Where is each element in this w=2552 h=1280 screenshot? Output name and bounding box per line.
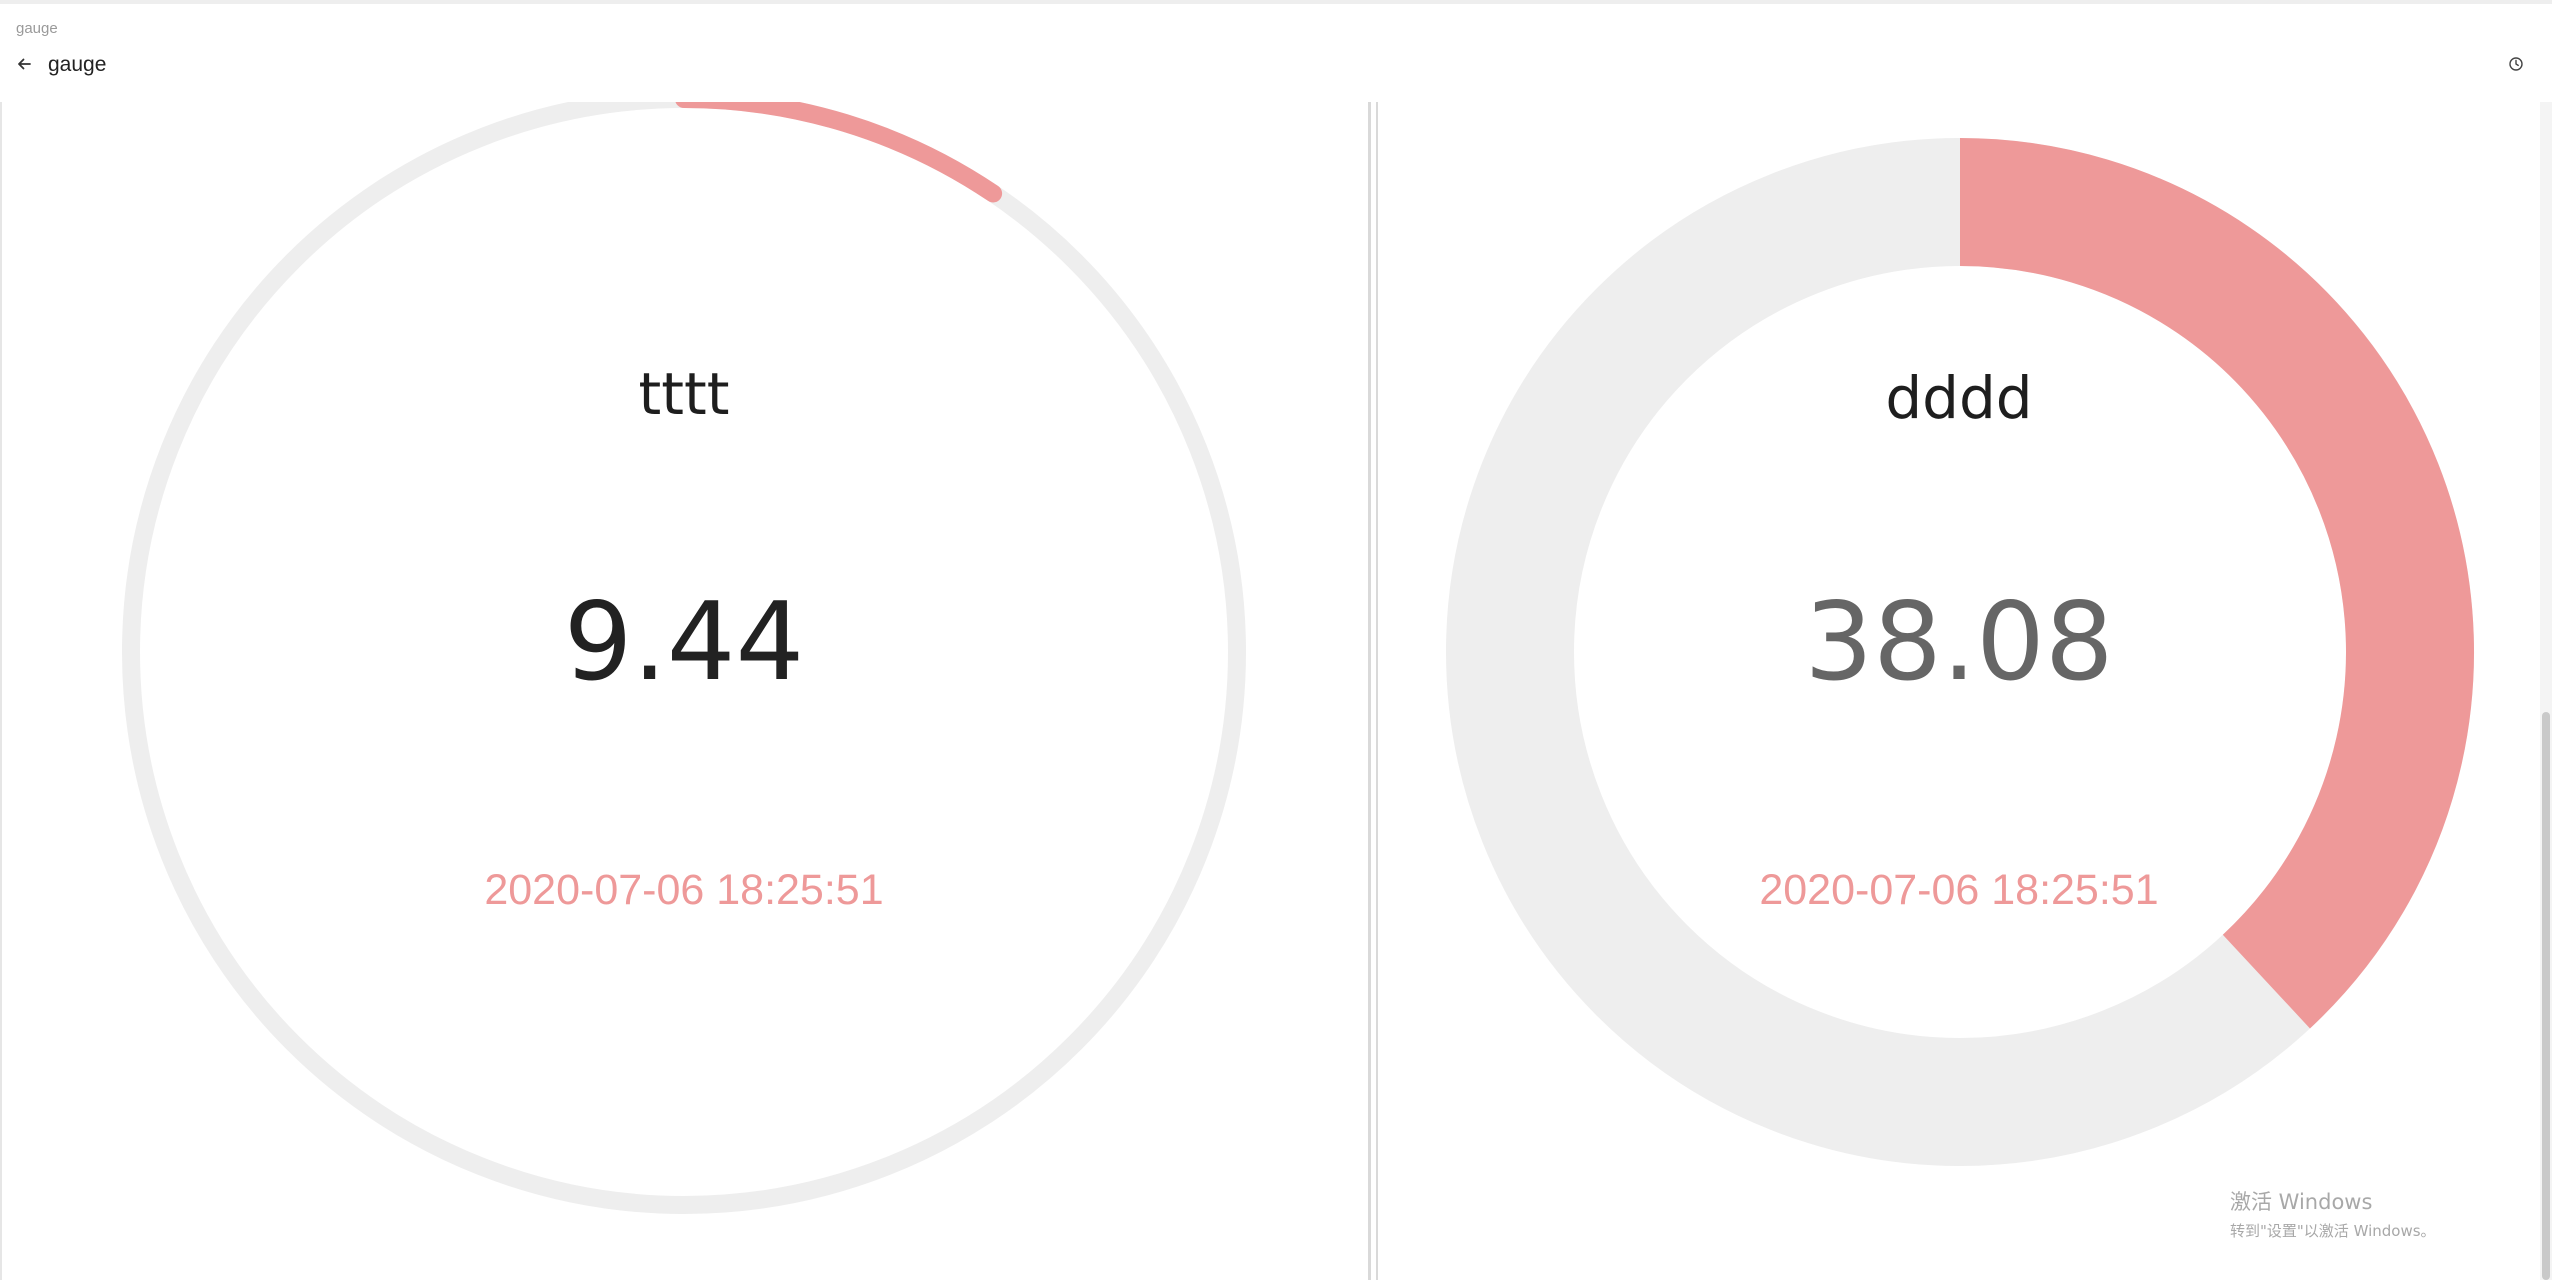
window-caption: gauge: [16, 20, 58, 37]
clock-icon: [2508, 56, 2524, 77]
page-header: gauge: [0, 44, 2552, 102]
history-button[interactable]: [2504, 54, 2528, 78]
gauge-value: 9.44: [563, 580, 805, 705]
gauge-panel-dddd: dddd 38.08 2020-07-06 18:25:51: [1378, 102, 2540, 1280]
page-title: gauge: [48, 53, 107, 76]
window-top-border: [0, 0, 2552, 4]
watermark-subtitle: 转到"设置"以激活 Windows。: [2230, 1222, 2436, 1240]
arrow-left-icon: [16, 56, 32, 77]
gauge-name: dddd: [1885, 364, 2033, 432]
gauge-timestamp: 2020-07-06 18:25:51: [484, 866, 884, 914]
gauge-value: 38.08: [1804, 580, 2114, 705]
gauge-timestamp: 2020-07-06 18:25:51: [1759, 866, 2159, 914]
gauge-panel-tttt: tttt 9.44 2020-07-06 18:25:51: [0, 102, 1368, 1280]
windows-activation-watermark: 激活 Windows 转到"设置"以激活 Windows。: [2230, 1186, 2436, 1241]
panel-splitter[interactable]: [1368, 102, 1378, 1280]
gauge-progress-arc: [675, 102, 1003, 203]
back-button[interactable]: [12, 54, 36, 78]
vertical-scrollbar[interactable]: [2540, 102, 2552, 1280]
watermark-title: 激活 Windows: [2230, 1190, 2373, 1214]
gauge-name: tttt: [638, 360, 730, 428]
dashboard-content: tttt 9.44 2020-07-06 18:25:51 dddd 38.08…: [0, 102, 2552, 1280]
scrollbar-thumb[interactable]: [2542, 712, 2550, 1280]
